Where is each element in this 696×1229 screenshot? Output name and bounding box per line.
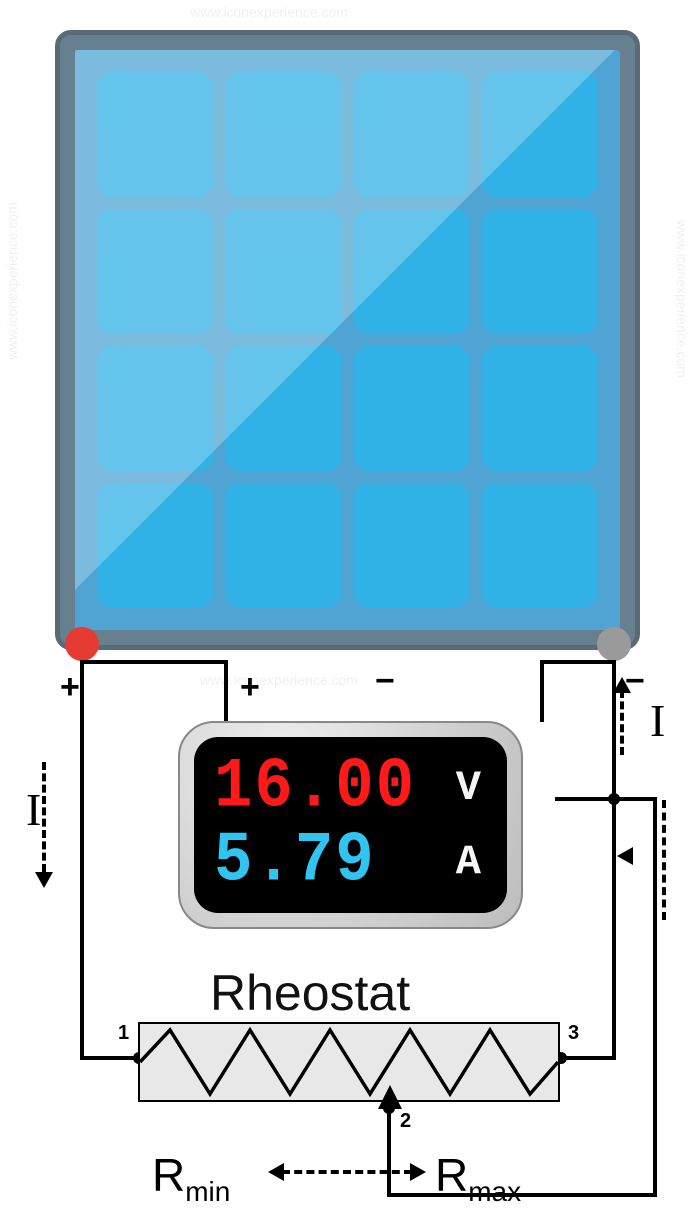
- terminal-negative-icon: [597, 627, 631, 661]
- range-dashed-line: [282, 1170, 412, 1174]
- solar-cell: [225, 483, 341, 608]
- current-label: I: [26, 783, 41, 836]
- solar-cell: [97, 346, 213, 471]
- meter-minus: −: [375, 662, 395, 701]
- r-max-label: Rmax: [435, 1148, 521, 1208]
- solar-cell: [225, 72, 341, 197]
- current-arrow-dashed: [42, 762, 46, 872]
- watermark-text: www.iconexperience.com: [190, 4, 348, 20]
- solar-cell: [482, 483, 598, 608]
- multimeter: 16.00 V 5.79 A: [178, 721, 523, 929]
- solar-cells-grid: [97, 72, 598, 608]
- wire: [387, 1100, 391, 1196]
- current-unit: A: [456, 838, 487, 886]
- wire: [80, 660, 228, 664]
- wire: [555, 797, 657, 801]
- rheostat-node-3: 3: [568, 1022, 579, 1045]
- current-arrow-dashed: [620, 690, 624, 755]
- solar-cell: [97, 209, 213, 334]
- watermark-text: www.iconexperience.com: [674, 220, 690, 378]
- solar-cell: [97, 72, 213, 197]
- wire: [387, 1193, 656, 1197]
- terminal-positive-icon: [65, 627, 99, 661]
- arrow-down-icon: [35, 872, 53, 888]
- solar-cell: [354, 483, 470, 608]
- r-min-label: Rmin: [152, 1148, 230, 1208]
- wire-node: [608, 793, 620, 805]
- voltage-unit: V: [456, 764, 487, 812]
- current-reading: 5.79: [214, 827, 376, 897]
- current-label: I: [650, 694, 665, 747]
- solar-cell: [97, 483, 213, 608]
- solar-cell: [482, 346, 598, 471]
- meter-screen: 16.00 V 5.79 A: [194, 737, 507, 913]
- solar-cell: [482, 209, 598, 334]
- rheostat-node-1: 1: [118, 1022, 129, 1045]
- solar-cell: [354, 72, 470, 197]
- wire: [224, 660, 228, 722]
- rheostat-wiper-arrow-icon: [378, 1085, 402, 1109]
- rheostat-label: Rheostat: [210, 964, 410, 1022]
- wire: [540, 660, 544, 722]
- solar-cell: [482, 72, 598, 197]
- solar-cell: [354, 209, 470, 334]
- wire: [612, 797, 616, 1058]
- wire: [80, 1056, 140, 1060]
- arrow-up-icon: [613, 677, 631, 693]
- solar-cell: [354, 346, 470, 471]
- wire: [80, 660, 84, 1058]
- wire: [653, 797, 657, 1197]
- arrow-left-icon: [268, 1163, 284, 1181]
- current-arrow-dashed: [662, 800, 666, 920]
- solar-cell: [225, 346, 341, 471]
- watermark-text: www.iconexperience.com: [4, 202, 20, 360]
- solar-panel: [55, 30, 640, 650]
- arrow-right-icon: [410, 1163, 426, 1181]
- meter-plus: +: [240, 668, 260, 707]
- rheostat-zigzag-icon: [140, 1025, 558, 1099]
- voltage-reading: 16.00: [214, 753, 416, 823]
- circuit-diagram: www.iconexperience.com www.iconexperienc…: [0, 0, 696, 1229]
- solar-cell: [225, 209, 341, 334]
- arrow-left-icon: [617, 847, 633, 865]
- wire: [540, 660, 613, 664]
- polarity-plus: +: [60, 668, 80, 707]
- rheostat-node-2: 2: [400, 1110, 411, 1133]
- solar-panel-surface: [75, 50, 620, 630]
